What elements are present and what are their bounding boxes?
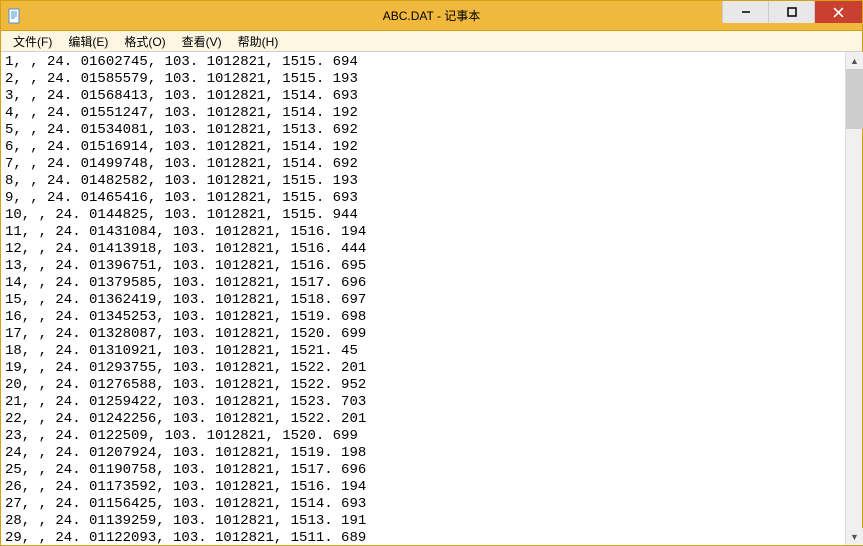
minimize-button[interactable] xyxy=(722,1,768,23)
maximize-button[interactable] xyxy=(768,1,814,23)
scroll-thumb[interactable] xyxy=(846,69,863,129)
scroll-down-arrow[interactable]: ▼ xyxy=(846,528,863,545)
menu-view[interactable]: 查看(V) xyxy=(174,31,230,52)
menubar: 文件(F) 编辑(E) 格式(O) 查看(V) 帮助(H) xyxy=(1,31,862,52)
close-button[interactable] xyxy=(814,1,862,23)
text-editor[interactable]: 1, , 24. 01602745, 103. 1012821, 1515. 6… xyxy=(1,52,845,545)
scroll-up-arrow[interactable]: ▲ xyxy=(846,52,863,69)
menu-edit[interactable]: 编辑(E) xyxy=(60,31,116,52)
content-area: 1, , 24. 01602745, 103. 1012821, 1515. 6… xyxy=(1,52,862,545)
app-icon xyxy=(7,8,23,24)
vertical-scrollbar[interactable]: ▲ ▼ xyxy=(845,52,862,545)
menu-format[interactable]: 格式(O) xyxy=(116,31,173,52)
menu-help[interactable]: 帮助(H) xyxy=(230,31,287,52)
window-title: ABC.DAT - 记事本 xyxy=(383,7,481,24)
titlebar: ABC.DAT - 记事本 xyxy=(1,1,862,31)
window-controls xyxy=(722,1,862,23)
menu-file[interactable]: 文件(F) xyxy=(5,31,60,52)
